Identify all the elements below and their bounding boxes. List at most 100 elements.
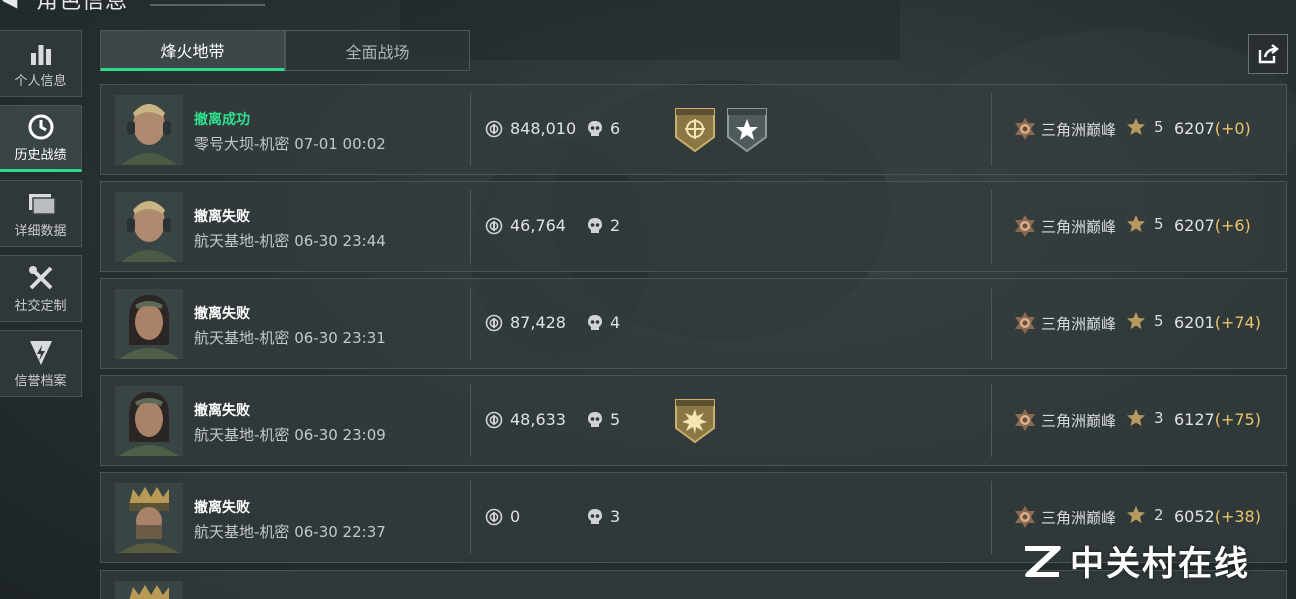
kill-stat: 6: [587, 119, 620, 138]
rank-emblem-icon: [1015, 409, 1035, 431]
sidebar-item-label: 个人信息: [14, 73, 67, 89]
map-name: 航天基地-机密: [194, 232, 290, 250]
rank-stars: 3: [1126, 408, 1164, 428]
sidebar-item-label: 信誉档案: [14, 373, 67, 389]
map-name: 航天基地-机密: [194, 523, 290, 541]
column-divider: [991, 481, 992, 554]
rank-emblem-icon: [1015, 506, 1035, 528]
page-title: 角色信息: [36, 0, 129, 14]
zol-logo-icon: [1025, 545, 1061, 577]
history-clock-icon: [26, 113, 56, 141]
skull-icon: [588, 411, 602, 427]
sidebar-item-detail-data[interactable]: 详细数据: [0, 180, 82, 247]
header: ◀ 角色信息: [0, 0, 128, 14]
operator-avatar: [115, 192, 183, 262]
kill-stat: 4: [587, 313, 620, 332]
table-row[interactable]: 撤离成功 零号大坝-机密 07-01 00:02 848,010 6 三角洲巅峰…: [100, 84, 1287, 175]
rank-name: 三角洲巅峰: [1041, 314, 1117, 333]
badge-group: [674, 398, 716, 444]
match-time: 06-30 22:37: [294, 523, 386, 541]
score-delta: (+0): [1214, 119, 1251, 138]
coin-stat: 87,428: [485, 313, 566, 332]
rank-emblem-icon: [1015, 118, 1035, 140]
star-icon: [1127, 409, 1145, 426]
extraction-status: 撤离成功: [194, 112, 250, 128]
extraction-status: 撤离失败: [194, 209, 250, 225]
score-delta: (+38): [1214, 507, 1261, 526]
map-and-time: 航天基地-机密 06-30 23:09: [194, 424, 386, 445]
coin-icon: [485, 411, 503, 428]
coin-value: 48,633: [510, 410, 566, 429]
star-count: 2: [1154, 506, 1164, 524]
rank-name: 三角洲巅峰: [1041, 217, 1117, 236]
match-time: 06-30 23:31: [294, 329, 386, 347]
sidebar-item-personal-info[interactable]: 个人信息: [0, 30, 82, 97]
kill-count: 2: [610, 216, 621, 235]
operator-avatar: [115, 289, 183, 359]
coin-value: 87,428: [510, 313, 566, 332]
score: 6127(+75): [1174, 410, 1261, 429]
map-and-time: 航天基地-机密 06-30 22:37: [194, 521, 386, 542]
star-icon: [1127, 506, 1145, 523]
watermark-text: 中关村在线: [1070, 544, 1250, 584]
score-delta: (+75): [1214, 410, 1261, 429]
mode-tabs: 烽火地带 全面战场: [100, 30, 470, 71]
sidebar: 个人信息 历史战绩 详细数据 社交定制 信誉档案: [0, 30, 82, 405]
match-history-list: 撤离成功 零号大坝-机密 07-01 00:02 848,010 6 三角洲巅峰…: [100, 84, 1287, 569]
silver-badge-icon[interactable]: [726, 107, 768, 153]
gold-badge-icon[interactable]: [674, 107, 716, 153]
coin-stat: 48,633: [485, 410, 566, 429]
kill-count: 3: [610, 507, 621, 526]
rank-emblem-icon: [1015, 215, 1035, 237]
gold-star-badge-icon[interactable]: [674, 398, 716, 444]
rank-stars: 5: [1126, 117, 1164, 137]
map-and-time: 航天基地-机密 06-30 23:31: [194, 327, 386, 348]
bar-chart-icon: [26, 39, 56, 67]
column-divider: [991, 190, 992, 263]
operator-avatar: [115, 386, 183, 456]
sidebar-item-label: 详细数据: [14, 223, 67, 239]
column-divider: [470, 287, 471, 360]
sidebar-item-reputation[interactable]: 信誉档案: [0, 330, 82, 397]
sidebar-item-label: 历史战绩: [14, 147, 67, 163]
shield-bolt-icon: [26, 339, 56, 367]
extraction-status: 撤离失败: [194, 306, 250, 322]
star-count: 5: [1154, 312, 1164, 330]
score-delta: (+74): [1214, 313, 1261, 332]
map-name: 零号大坝-机密: [194, 135, 290, 153]
tab-full-battlefield[interactable]: 全面战场: [285, 30, 470, 71]
tab-warzone[interactable]: 烽火地带: [100, 30, 285, 71]
score-value: 6201: [1174, 313, 1215, 332]
column-divider: [470, 190, 471, 263]
rank-info: 三角洲巅峰: [1013, 117, 1116, 141]
match-time: 06-30 23:44: [294, 232, 386, 250]
map-and-time: 航天基地-机密 06-30 23:44: [194, 230, 386, 251]
kill-count: 4: [610, 313, 621, 332]
operator-avatar: [115, 483, 183, 553]
column-divider: [470, 93, 471, 166]
score-value: 6207: [1174, 216, 1215, 235]
sidebar-item-social[interactable]: 社交定制: [0, 255, 82, 322]
rank-info: 三角洲巅峰: [1013, 408, 1116, 432]
sidebar-item-label: 社交定制: [14, 298, 67, 314]
match-time: 06-30 23:09: [294, 426, 386, 444]
folder-icon: [26, 189, 56, 217]
score: 6201(+74): [1174, 313, 1261, 332]
rank-name: 三角洲巅峰: [1041, 120, 1117, 139]
rank-stars: 5: [1126, 214, 1164, 234]
share-button[interactable]: [1248, 34, 1288, 74]
table-row[interactable]: 撤离失败 航天基地-机密 06-30 23:44 46,764 2 三角洲巅峰 …: [100, 181, 1287, 272]
rank-name: 三角洲巅峰: [1041, 508, 1117, 527]
sidebar-item-history[interactable]: 历史战绩: [0, 105, 82, 172]
coin-stat: 848,010: [485, 119, 576, 138]
coin-value: 0: [510, 507, 521, 526]
score-value: 6127: [1174, 410, 1215, 429]
rank-info: 三角洲巅峰: [1013, 214, 1116, 238]
kill-stat: 3: [587, 507, 620, 526]
coin-icon: [485, 314, 503, 331]
star-count: 3: [1154, 409, 1164, 427]
table-row[interactable]: 撤离失败 航天基地-机密 06-30 23:09 48,633 5 三角洲巅峰 …: [100, 375, 1287, 466]
kill-stat: 5: [587, 410, 620, 429]
table-row[interactable]: 撤离失败 航天基地-机密 06-30 23:31 87,428 4 三角洲巅峰 …: [100, 278, 1287, 369]
back-arrow-icon[interactable]: ◀: [0, 0, 22, 10]
